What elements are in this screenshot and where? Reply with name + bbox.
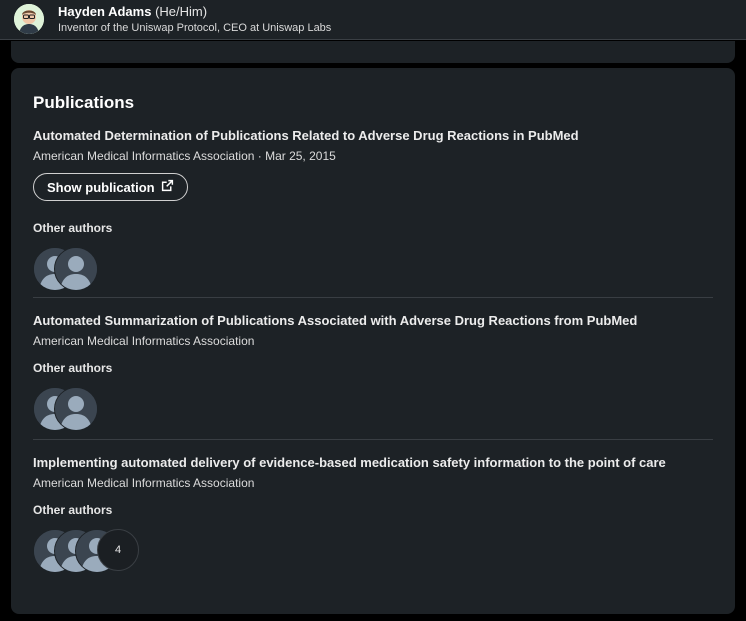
- divider: [33, 297, 713, 298]
- profile-avatar[interactable]: [14, 4, 44, 34]
- other-authors-label: Other authors: [33, 503, 113, 517]
- person-icon: [55, 388, 97, 430]
- publication-title[interactable]: Implementing automated delivery of evide…: [33, 452, 713, 473]
- publication-meta: American Medical Informatics Association: [33, 476, 255, 490]
- profile-name[interactable]: Hayden Adams (He/Him): [58, 4, 207, 19]
- more-authors-count[interactable]: 4: [97, 529, 139, 571]
- publication-item: Automated Determination of Publications …: [33, 125, 713, 293]
- other-authors-label: Other authors: [33, 221, 113, 235]
- profile-name-text: Hayden Adams: [58, 4, 152, 19]
- sticky-profile-header: Hayden Adams (He/Him) Inventor of the Un…: [0, 0, 746, 40]
- external-link-icon: [161, 179, 174, 195]
- profile-pronouns: (He/Him): [155, 4, 208, 19]
- person-icon: [55, 248, 97, 290]
- show-publication-button[interactable]: Show publication: [33, 173, 188, 201]
- section-title: Publications: [33, 93, 135, 112]
- publication-title[interactable]: Automated Determination of Publications …: [33, 125, 713, 146]
- other-authors-avatars: 4: [33, 529, 713, 575]
- publication-item: Implementing automated delivery of evide…: [33, 452, 713, 575]
- author-avatar[interactable]: [54, 387, 98, 431]
- publications-card: Publications Automated Determination of …: [11, 68, 735, 614]
- author-avatar[interactable]: [54, 247, 98, 291]
- other-authors-avatars: [33, 387, 713, 433]
- other-authors-label: Other authors: [33, 361, 113, 375]
- publication-item: Automated Summarization of Publications …: [33, 310, 713, 433]
- previous-section-card: [11, 41, 735, 63]
- publication-meta: American Medical Informatics Association: [33, 334, 255, 348]
- show-publication-label: Show publication: [47, 179, 155, 195]
- profile-headline: Inventor of the Uniswap Protocol, CEO at…: [58, 22, 332, 34]
- divider: [33, 439, 713, 440]
- publication-meta: American Medical Informatics Association…: [33, 149, 336, 163]
- publication-title[interactable]: Automated Summarization of Publications …: [33, 310, 713, 331]
- other-authors-avatars: [33, 247, 713, 293]
